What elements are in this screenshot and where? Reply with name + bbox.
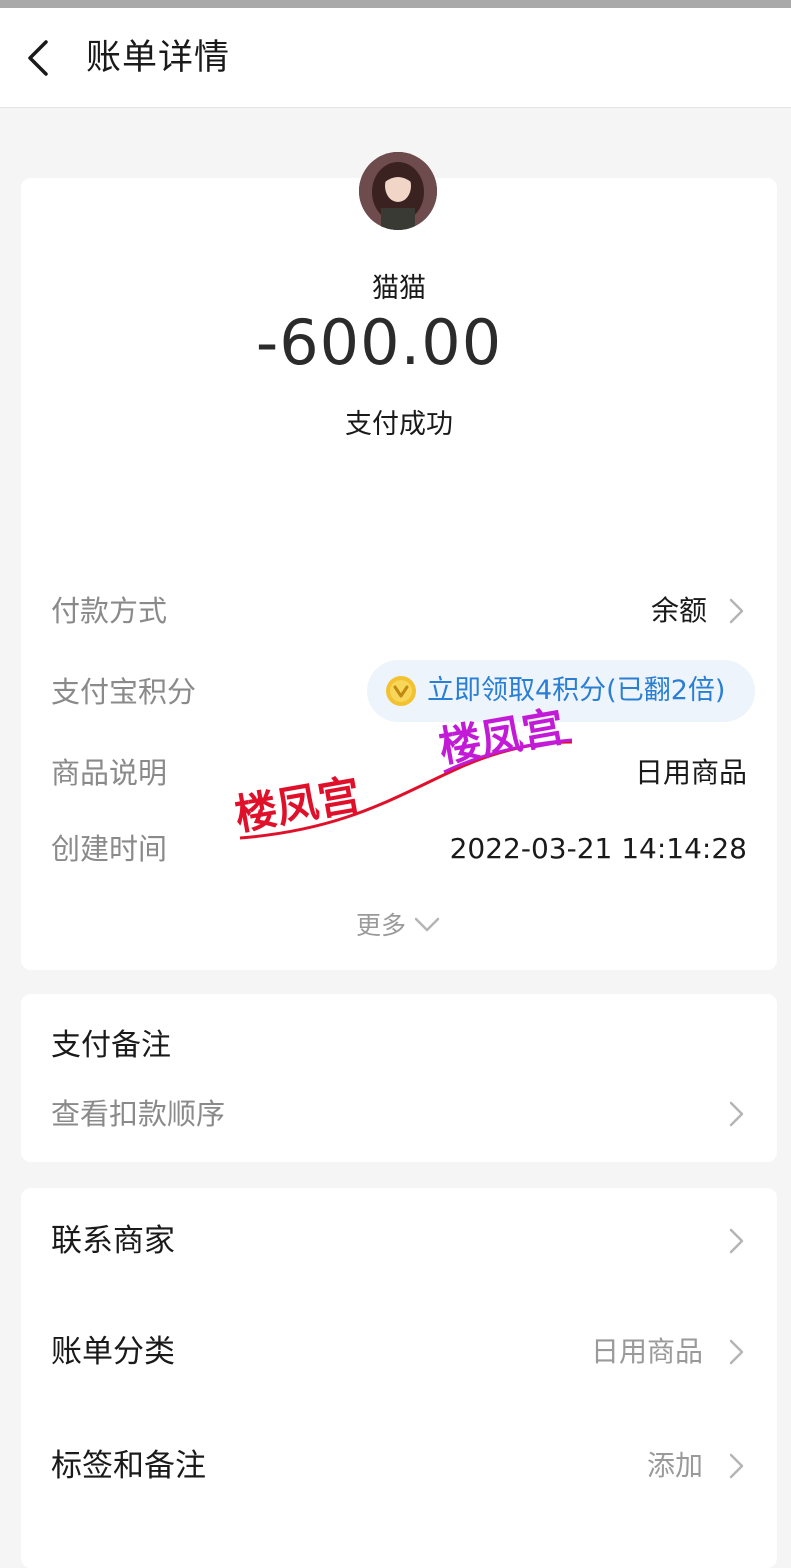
detail-label: 商品说明 (51, 756, 168, 790)
detail-value: 日用商品 (634, 756, 747, 789)
link-value: 日用商品 (590, 1335, 703, 1368)
remark-card: 支付备注 查看扣款顺序 (21, 994, 777, 1162)
deduction-order-link[interactable]: 查看扣款顺序 (51, 1092, 747, 1136)
link-label: 标签和备注 (51, 1448, 206, 1484)
detail-row-created-time: 创建时间 2022-03-21 14:14:28 (51, 827, 747, 871)
tags-and-notes-row[interactable]: 标签和备注 添加 (51, 1441, 747, 1491)
link-value: 添加 (646, 1449, 703, 1482)
app-header: 账单详情 (0, 8, 791, 108)
detail-row-item-description: 商品说明 日用商品 (51, 751, 747, 795)
payment-status: 支付成功 (345, 409, 453, 440)
detail-value: 余额 (650, 594, 707, 627)
avatar[interactable] (359, 152, 437, 230)
claim-points-button[interactable]: 立即领取4积分(已翻2倍) (367, 660, 755, 722)
claim-points-label: 立即领取4积分(已翻2倍) (427, 675, 726, 706)
chevron-right-icon (725, 1338, 747, 1366)
detail-label: 创建时间 (51, 832, 168, 866)
more-label: 更多 (355, 911, 406, 940)
payee-name: 猫猫 (372, 273, 426, 304)
link-label: 账单分类 (51, 1334, 175, 1370)
detail-label: 支付宝积分 (51, 675, 197, 709)
deduction-order-label: 查看扣款顺序 (51, 1097, 226, 1131)
amount: -600.00 (255, 306, 503, 379)
detail-label: 付款方式 (51, 594, 168, 628)
more-toggle[interactable]: 更多 (21, 906, 777, 942)
chevron-right-icon (725, 1227, 747, 1255)
avatar-image (359, 152, 437, 230)
chevron-right-icon (725, 597, 747, 625)
chevron-left-icon (28, 40, 48, 76)
detail-row-payment-method[interactable]: 付款方式 余额 (51, 589, 747, 633)
detail-value: 2022-03-21 14:14:28 (449, 832, 747, 865)
transaction-card: 猫猫 -600.00 支付成功 付款方式 余额 支付宝积分 立即领取4积分(已翻… (21, 152, 777, 970)
page-title: 账单详情 (86, 38, 231, 78)
points-coin-icon (385, 675, 417, 707)
bill-category-row[interactable]: 账单分类 日用商品 (51, 1327, 747, 1377)
detail-row-alipay-points: 支付宝积分 立即领取4积分(已翻2倍) (51, 660, 755, 722)
chevron-right-icon (725, 1452, 747, 1480)
chevron-right-icon (725, 1100, 747, 1128)
back-button[interactable] (16, 34, 64, 82)
remark-title: 支付备注 (51, 1028, 171, 1063)
contact-merchant-row[interactable]: 联系商家 (51, 1216, 747, 1266)
chevron-down-icon (412, 913, 442, 935)
actions-card: 联系商家 账单分类 日用商品 标签和备注 添加 (21, 1188, 777, 1568)
status-bar-strip (0, 0, 791, 8)
link-label: 联系商家 (51, 1223, 175, 1259)
